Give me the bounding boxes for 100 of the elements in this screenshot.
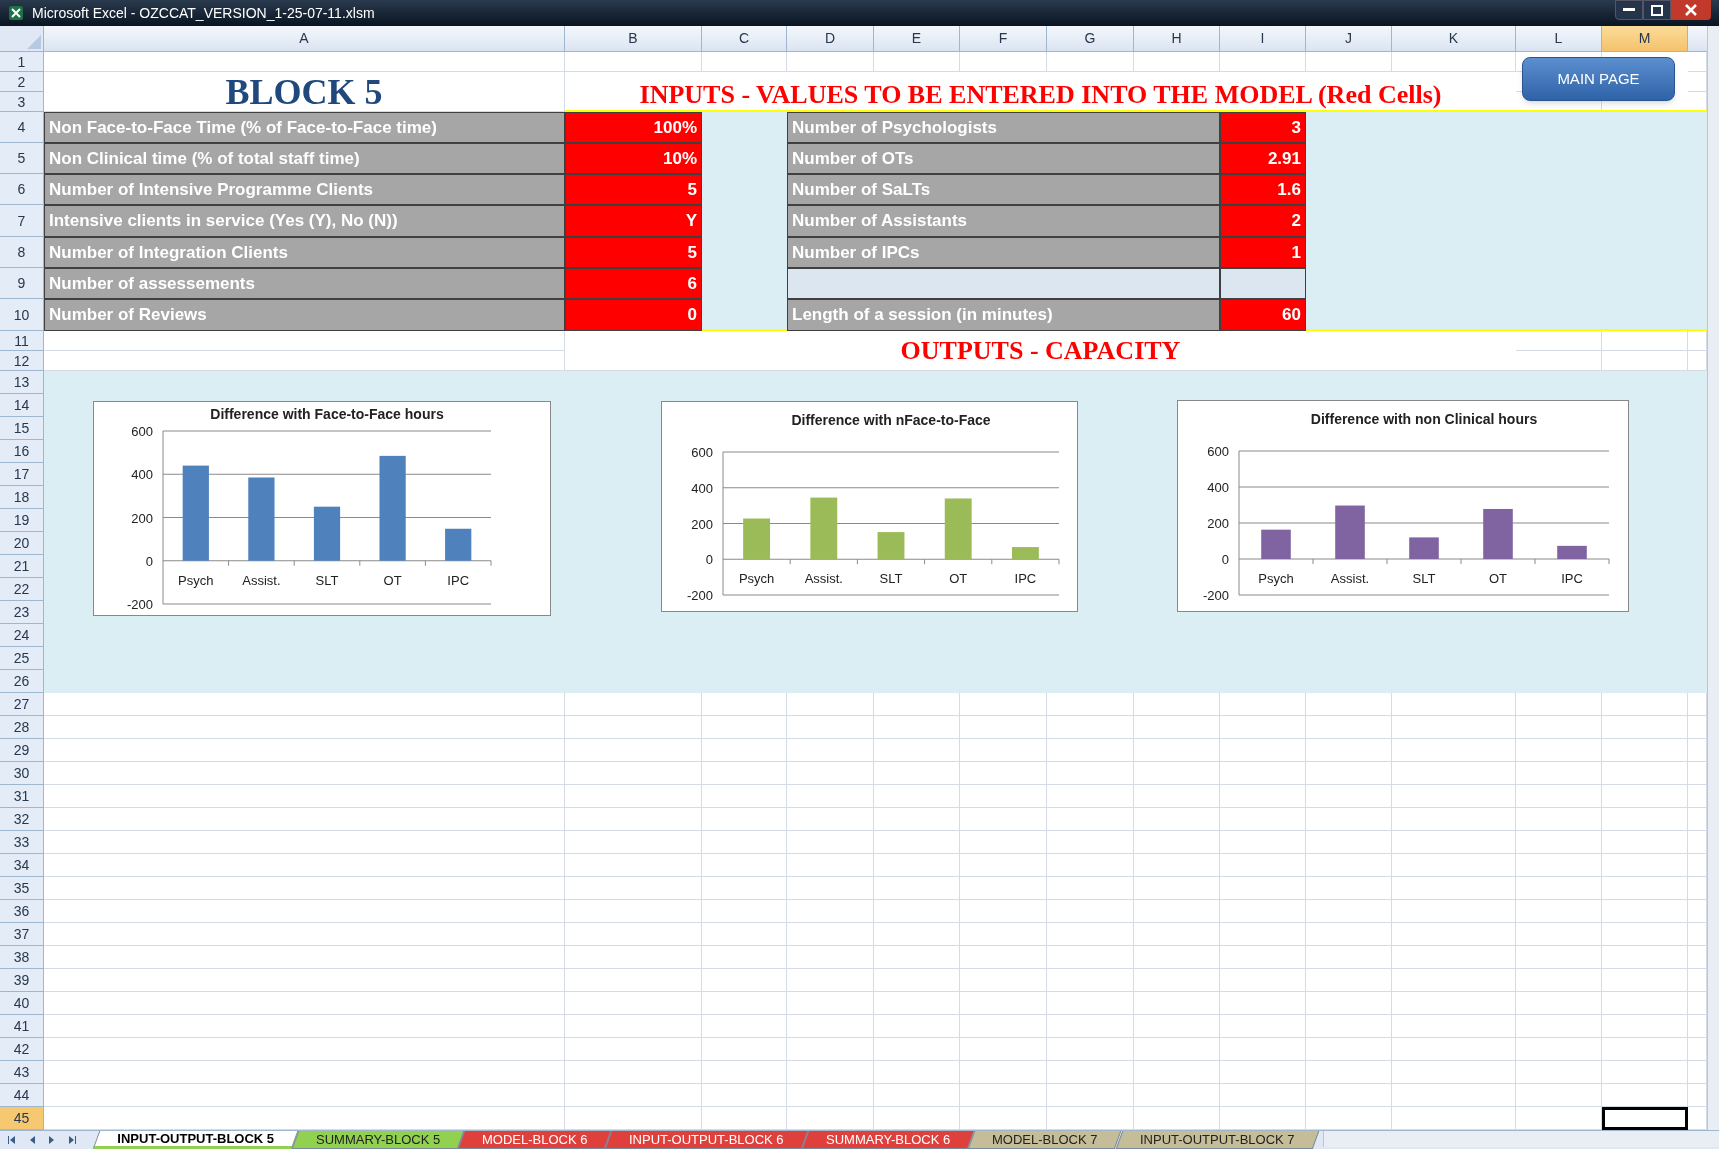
sheet-cell[interactable] (787, 854, 874, 877)
input-value[interactable]: 100% (565, 112, 702, 143)
row-header[interactable]: 6 (0, 174, 44, 205)
sheet-cell[interactable] (874, 808, 960, 831)
select-all-corner[interactable] (0, 26, 44, 52)
vertical-scrollbar[interactable] (1707, 26, 1719, 1130)
sheet-cell[interactable] (874, 762, 960, 785)
sheet-cell[interactable] (874, 854, 960, 877)
sheet-cell[interactable] (1516, 992, 1602, 1015)
sheet-cell[interactable] (1220, 1061, 1306, 1084)
sheet-cell[interactable] (1602, 785, 1688, 808)
sheet-cell[interactable] (1047, 785, 1134, 808)
sheet-cell[interactable] (1220, 739, 1306, 762)
sheet-cell[interactable] (1306, 52, 1392, 72)
sheet-cell[interactable] (44, 992, 565, 1015)
sheet-cell[interactable] (1602, 716, 1688, 739)
sheet-cell[interactable] (960, 877, 1047, 900)
row-header[interactable]: 30 (0, 762, 44, 785)
sheet-cell[interactable] (874, 877, 960, 900)
sheet-cell[interactable] (44, 331, 565, 351)
sheet-cell[interactable] (1306, 762, 1392, 785)
row-header[interactable]: 33 (0, 831, 44, 854)
row-header[interactable]: 36 (0, 900, 44, 923)
sheet-cell[interactable] (1134, 923, 1220, 946)
sheet-cell[interactable] (1047, 762, 1134, 785)
sheet-cell[interactable] (702, 969, 787, 992)
sheet-cell[interactable] (44, 1084, 565, 1107)
sheet-cell[interactable] (565, 1015, 702, 1038)
column-header[interactable]: M (1602, 26, 1688, 52)
sheet-cell[interactable] (960, 923, 1047, 946)
sheet-cell[interactable] (1134, 900, 1220, 923)
sheet-cell[interactable] (702, 785, 787, 808)
sheet-cell[interactable] (565, 52, 702, 72)
sheet-cell[interactable] (44, 1015, 565, 1038)
sheet-cell[interactable] (1306, 693, 1392, 716)
row-header[interactable]: 2 (0, 72, 44, 92)
sheet-cell[interactable] (565, 831, 702, 854)
sheet-cell[interactable] (44, 739, 565, 762)
sheet-cell[interactable] (1134, 716, 1220, 739)
sheet-cell[interactable] (1134, 762, 1220, 785)
sheet-cell[interactable] (702, 946, 787, 969)
sheet-tab[interactable]: SUMMARY-BLOCK 5 (291, 1131, 465, 1149)
input-value[interactable]: 1 (1220, 237, 1306, 268)
sheet-cell[interactable] (874, 969, 960, 992)
sheet-cell[interactable] (1516, 785, 1602, 808)
row-header[interactable]: 3 (0, 92, 44, 112)
sheet-cell[interactable] (565, 854, 702, 877)
sheet-cell[interactable] (1220, 762, 1306, 785)
input-value[interactable]: 3 (1220, 112, 1306, 143)
sheet-cell[interactable] (1516, 1061, 1602, 1084)
column-header[interactable]: J (1306, 26, 1392, 52)
sheet-cell[interactable] (787, 785, 874, 808)
sheet-cell[interactable] (1306, 1084, 1392, 1107)
sheet-cell[interactable] (874, 1084, 960, 1107)
sheet-cell[interactable] (960, 52, 1047, 72)
sheet-cell[interactable] (702, 1061, 787, 1084)
input-value[interactable]: 10% (565, 143, 702, 174)
sheet-cell[interactable] (1047, 946, 1134, 969)
sheet-cell[interactable] (44, 877, 565, 900)
sheet-cell[interactable] (1516, 923, 1602, 946)
shaded-cell[interactable] (1306, 299, 1707, 331)
sheet-cell[interactable] (702, 854, 787, 877)
sheet-cell[interactable] (1047, 831, 1134, 854)
sheet-cell[interactable] (1392, 877, 1516, 900)
sheet-cell[interactable] (1392, 785, 1516, 808)
sheet-cell[interactable] (1220, 1038, 1306, 1061)
sheet-cell[interactable] (960, 969, 1047, 992)
row-header[interactable]: 21 (0, 555, 44, 578)
sheet-cell[interactable] (565, 808, 702, 831)
sheet-cell[interactable] (1047, 1061, 1134, 1084)
input-value[interactable]: 2 (1220, 205, 1306, 237)
row-header[interactable]: 34 (0, 854, 44, 877)
sheet-cell[interactable] (1220, 877, 1306, 900)
sheet-cell[interactable] (44, 923, 565, 946)
sheet-cell[interactable] (960, 785, 1047, 808)
column-header[interactable]: K (1392, 26, 1516, 52)
sheet-cell[interactable] (1392, 1015, 1516, 1038)
row-header[interactable]: 44 (0, 1084, 44, 1107)
sheet-cell[interactable] (1306, 877, 1392, 900)
sheet-cell[interactable] (702, 923, 787, 946)
sheet-cell[interactable] (1220, 716, 1306, 739)
sheet-cell[interactable] (787, 900, 874, 923)
sheet-cell[interactable] (1134, 739, 1220, 762)
row-header[interactable]: 24 (0, 624, 44, 647)
row-header[interactable]: 8 (0, 237, 44, 268)
sheet-cell[interactable] (1134, 52, 1220, 72)
sheet-cell[interactable] (702, 693, 787, 716)
sheet-cell[interactable] (44, 1038, 565, 1061)
sheet-cell[interactable] (874, 946, 960, 969)
column-header[interactable]: B (565, 26, 702, 52)
row-header[interactable]: 42 (0, 1038, 44, 1061)
column-header[interactable]: H (1134, 26, 1220, 52)
sheet-cell[interactable] (1516, 716, 1602, 739)
row-header[interactable]: 16 (0, 440, 44, 463)
sheet-cell[interactable] (1392, 1061, 1516, 1084)
sheet-cell[interactable] (1602, 331, 1688, 351)
sheet-cell[interactable] (960, 693, 1047, 716)
sheet-cell[interactable] (1220, 693, 1306, 716)
sheet-cell[interactable] (787, 739, 874, 762)
column-header[interactable]: F (960, 26, 1047, 52)
